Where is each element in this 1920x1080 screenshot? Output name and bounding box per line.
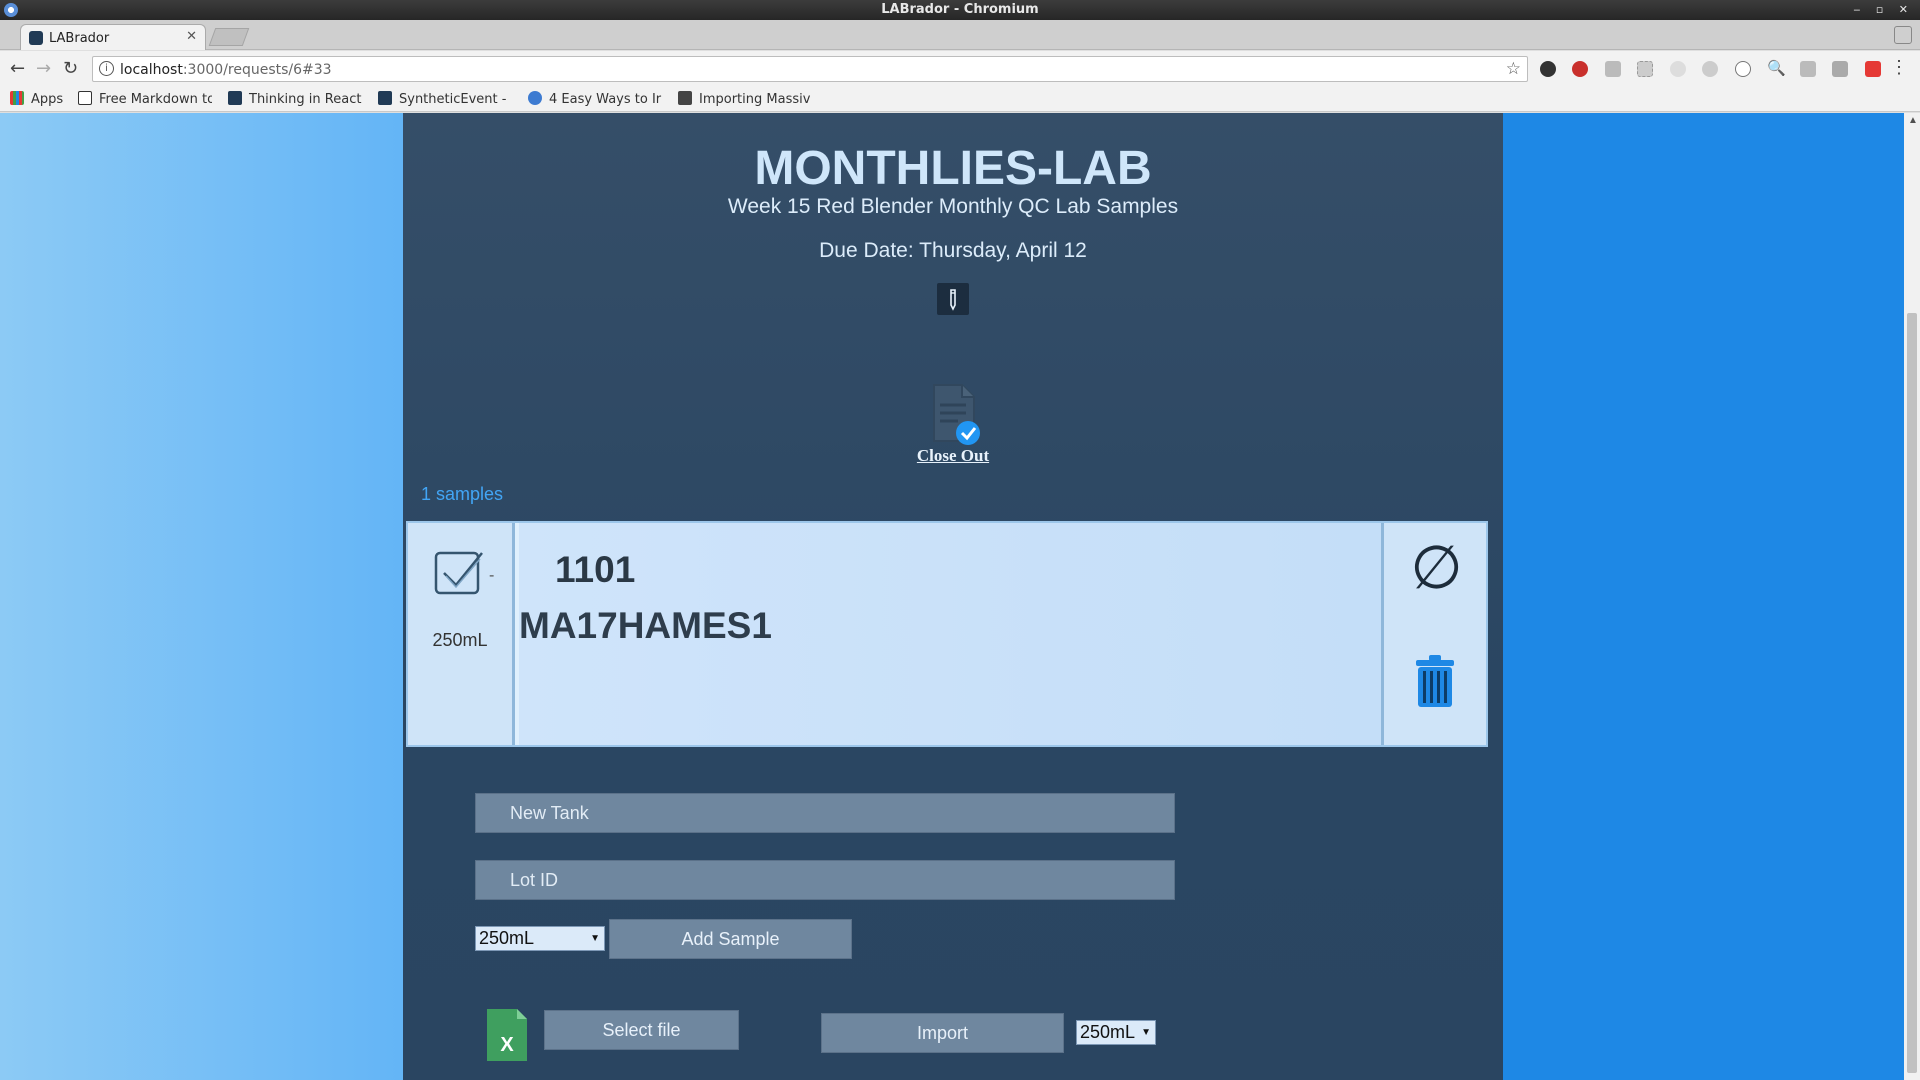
add-sample-button[interactable]: Add Sample (609, 919, 852, 959)
url-host: localhost (120, 62, 183, 78)
excel-file-icon: X (487, 1009, 527, 1061)
sample-lot-id: MA17HAMES1 (519, 605, 772, 646)
url-path: :3000/requests/6#33 (182, 62, 332, 78)
select-file-button[interactable]: Select file (544, 1010, 739, 1050)
new-tank-input[interactable] (475, 793, 1175, 833)
extension-swirl-icon[interactable] (1540, 60, 1556, 77)
lot-id-input[interactable] (475, 860, 1175, 900)
extension-red-icon[interactable] (1864, 60, 1881, 77)
browser-menu-icon[interactable]: ⋮ (1890, 57, 1908, 78)
dropdown-caret-icon: ▼ (590, 933, 600, 944)
bookmark-label: Apps (31, 92, 64, 107)
sample-card-details[interactable]: 1101 MA17HAMES1 (519, 523, 1381, 745)
profile-icon[interactable] (1894, 26, 1912, 44)
back-icon[interactable]: ← (10, 58, 25, 79)
extension-react-icon[interactable] (1669, 60, 1686, 77)
bookmark-label: Free Markdown to (99, 92, 212, 107)
tab-labrador[interactable]: LABrador ✕ (20, 24, 206, 50)
address-bar[interactable]: i localhost:3000/requests/6#33 ☆ (92, 56, 1528, 82)
sample-card-actions: ∅ (1381, 523, 1486, 745)
page-scrollbar[interactable]: ▲ (1904, 113, 1920, 1080)
avatar-icon (678, 91, 692, 105)
bookmark-apps[interactable]: Apps (10, 91, 63, 107)
tab-close-icon[interactable]: ✕ (186, 29, 197, 44)
sample-volume: 250mL (432, 630, 488, 650)
import-volume-select-value: 250mL (1080, 1022, 1136, 1042)
bookmark-item[interactable]: SyntheticEvent - (378, 91, 510, 107)
window-controls[interactable]: ‒ ▫ ✕ (1853, 0, 1914, 20)
extension-trash-icon[interactable] (1604, 60, 1621, 77)
window-title: LABrador - Chromium (881, 2, 1039, 17)
dropdown-caret-icon: ▼ (1141, 1027, 1151, 1038)
lab-subtitle: Week 15 Red Blender Monthly QC Lab Sampl… (727, 195, 1179, 218)
adblock-icon[interactable] (1572, 60, 1589, 77)
extension-leaf-icon[interactable] (1832, 60, 1849, 77)
due-date: Due Date: Thursday, April 12 (819, 239, 1087, 262)
extension-gear-icon[interactable] (1702, 60, 1719, 77)
bookmark-item[interactable]: Importing Massiv (678, 91, 818, 107)
bookmark-star-icon[interactable]: ☆ (1506, 59, 1521, 79)
edit-button[interactable] (937, 283, 969, 315)
sample-card-status: - 250mL (408, 523, 515, 745)
checkbox-checked-icon[interactable] (434, 547, 484, 597)
volume-select[interactable]: 250mL ▼ (475, 926, 605, 951)
volume-select-value: 250mL (479, 928, 535, 948)
svg-text:X: X (500, 1034, 514, 1056)
cast-icon[interactable] (1799, 60, 1816, 77)
chromium-logo-icon (4, 3, 18, 17)
extension-clock-icon[interactable] (1734, 60, 1751, 77)
apps-grid-icon (10, 91, 24, 105)
site-info-icon[interactable]: i (99, 61, 114, 76)
bookmark-item[interactable]: Free Markdown to (78, 91, 212, 107)
bookmark-label: Thinking in React (249, 92, 362, 107)
search-icon[interactable]: 🔍 (1767, 60, 1786, 77)
bookmark-item[interactable]: Thinking in React (228, 91, 364, 107)
bookmarks-bar: Apps Free Markdown to Thinking in React … (0, 86, 1920, 112)
bookmark-label: Importing Massiv (699, 92, 811, 107)
sample-dash: - (489, 567, 495, 584)
window-titlebar: LABrador - Chromium ‒ ▫ ✕ (0, 0, 1920, 20)
new-tab-button[interactable] (208, 28, 250, 46)
bookmark-item[interactable]: 4 Easy Ways to Ir (528, 91, 664, 107)
sample-count: 1 samples (421, 484, 504, 504)
lab-panel: MONTHLIES-LAB Week 15 Red Blender Monthl… (403, 113, 1503, 1080)
sample-card: - 250mL 1101 MA17HAMES1 ∅ (406, 521, 1488, 747)
pencil-icon (950, 289, 956, 311)
reload-icon[interactable]: ↻ (63, 58, 78, 79)
empty-set-icon[interactable]: ∅ (1384, 533, 1489, 603)
globe-icon (528, 91, 542, 105)
sample-tank: 1101 (555, 549, 636, 590)
markdown-icon (78, 91, 92, 105)
extension-screenshot-icon[interactable] (1637, 60, 1654, 77)
forward-icon[interactable]: → (36, 58, 51, 79)
react-icon (228, 91, 242, 105)
import-button[interactable]: Import (821, 1013, 1064, 1053)
scroll-up-icon[interactable]: ▲ (1908, 115, 1918, 126)
page-background-right (1503, 113, 1920, 1080)
lab-title: MONTHLIES-LAB (754, 142, 1152, 195)
browser-toolbar: ← → ↻ i localhost:3000/requests/6#33 ☆ 🔍… (0, 51, 1920, 86)
close-out-link[interactable]: Close Out (403, 446, 1503, 466)
bookmark-label: SyntheticEvent - (399, 92, 507, 107)
import-volume-select[interactable]: 250mL ▼ (1076, 1020, 1156, 1045)
tab-strip: LABrador ✕ (0, 20, 1920, 50)
react-icon (378, 91, 392, 105)
trash-icon[interactable] (1414, 653, 1456, 709)
close-out-document-icon[interactable] (926, 381, 982, 449)
scrollbar-thumb[interactable] (1907, 313, 1917, 1073)
page-viewport: MONTHLIES-LAB Week 15 Red Blender Monthl… (0, 113, 1920, 1080)
extension-icons: 🔍 (1540, 60, 1893, 78)
react-favicon-icon (29, 31, 43, 45)
tab-title: LABrador (49, 31, 110, 46)
bookmark-label: 4 Easy Ways to Ir (549, 92, 662, 107)
